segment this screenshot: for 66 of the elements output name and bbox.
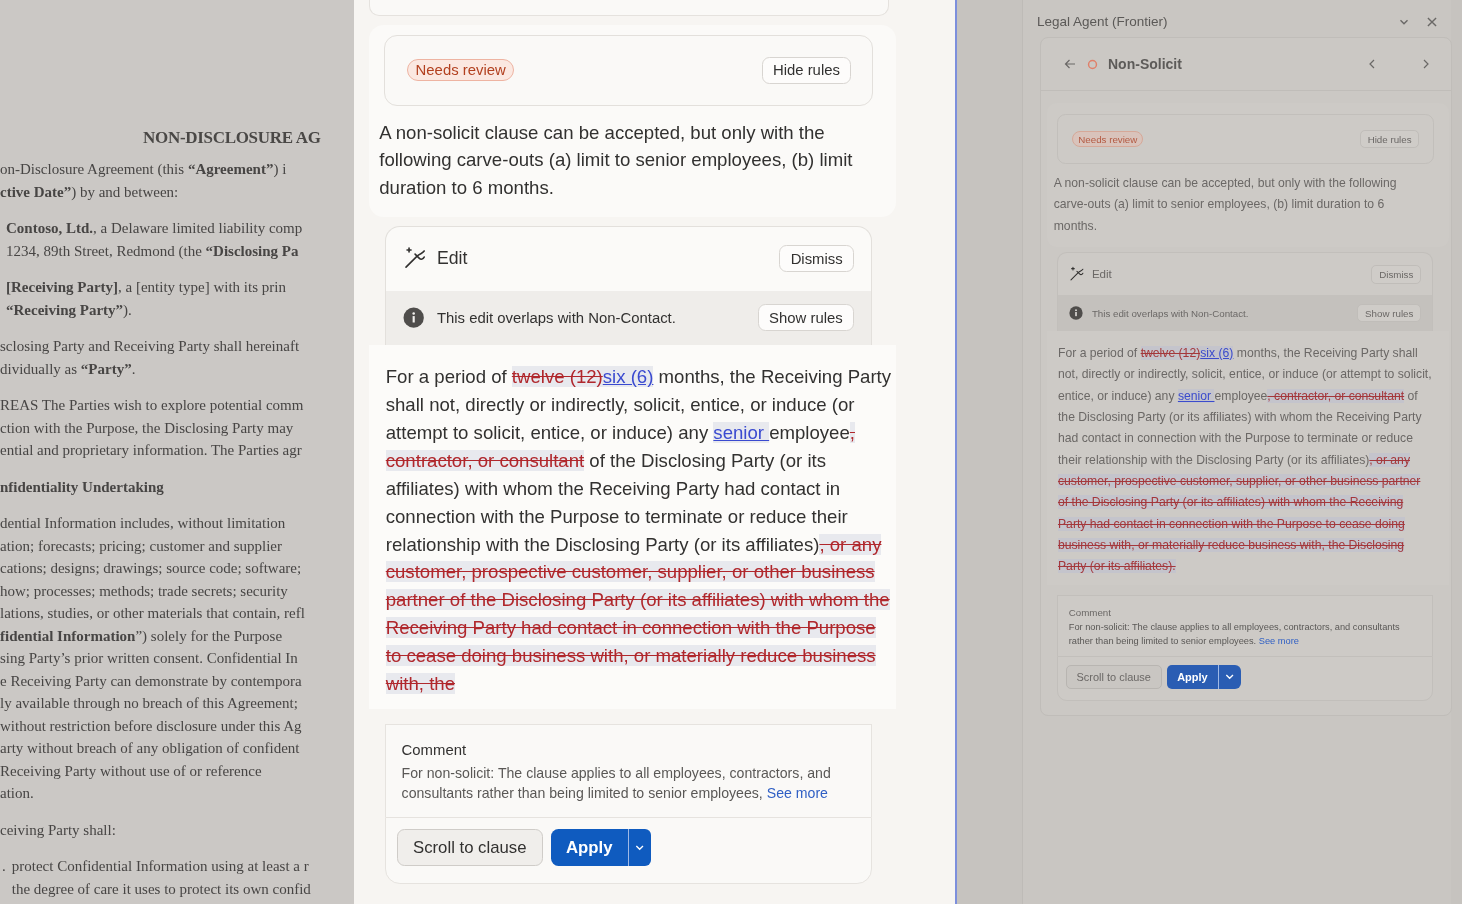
status-badge: Needs review <box>1072 131 1144 147</box>
hide-rules-button[interactable]: Hide rules <box>761 56 852 84</box>
dismiss-button[interactable]: Dismiss <box>779 245 855 273</box>
document-line: the degree of care it uses to protect its own confid <box>11 879 311 899</box>
document-line: dential Information includes, without limitation <box>0 514 287 533</box>
document-line: without restriction before disclosure under this Ag <box>0 716 303 736</box>
document-line: lations, studies, or other materials that contain, refl <box>0 604 306 623</box>
scroll-to-clause-button[interactable]: Scroll to clause <box>396 829 543 867</box>
clause-text: For a period of twelve (12)six (6) months, the Receiving Party shall not, directly or indirectly, solicit, entice, or induce (or attempt to solicit, entice, or induce) any senior employee, contractor, or consultant of the Disclosing Party (or its affiliates) with whom the Receiving Party had contact in connection with the Purpose to terminate or reduce their relationship with the Disclosing Party (or its affiliates), or any customer, prospective customer, supplier, or other business partner of the Disclosing Party (or its affiliates) with whom the Receiving Party had contact in connection with the Purpose to cease doing business with, or materially reduce business with, the <box>369 344 896 710</box>
document-line: ction with the Purpose, the Disclosing Party may <box>0 418 295 438</box>
document-line: sing Party’s prior written consent. Confidential In <box>0 649 299 668</box>
status-ring-icon <box>1087 58 1098 70</box>
apply-options-button[interactable] <box>1217 664 1242 689</box>
magic-wand-icon <box>1069 266 1086 283</box>
comment-text: For non-solicit: The clause applies to all employees, contractors, and consultants rather than being limited to senior employees, See more <box>401 763 832 804</box>
document-line: ation; forecasts; pricing; customer and supplier <box>0 536 283 556</box>
document-line: ctive Date”) by and between: <box>0 182 180 202</box>
document-line: 1234, 89th Street, Redmond (the “Disclosing Pa <box>6 241 300 261</box>
document-line: cations; designs; drawings; source code; software; <box>0 559 303 578</box>
show-rules-button[interactable]: Show rules <box>1357 303 1422 323</box>
edit-title: Edit <box>1091 268 1113 281</box>
see-more-link[interactable]: See more <box>1258 635 1299 646</box>
document-line: ential and proprietary information. The Parties agr <box>0 441 303 460</box>
info-icon <box>402 306 424 329</box>
comment-label: Comment <box>1068 606 1112 618</box>
show-rules-button[interactable]: Show rules <box>757 304 855 332</box>
document-line: protect Confidential Information using at least a r <box>11 857 310 876</box>
document-title: NON-DISCLOSURE AG <box>143 128 322 148</box>
document-line: “Receiving Party”). <box>6 300 133 320</box>
document-line: nfidentiality Undertaking <box>0 477 165 497</box>
document-line: [Receiving Party], a [entity type] with its prin <box>6 278 287 297</box>
document-line: REAS The Parties wish to explore potential comm <box>0 396 305 415</box>
document-line: on-Disclosure Agreement (this “Agreement”) i <box>0 160 288 179</box>
clause-title: Non-Solicit <box>1108 56 1183 72</box>
document-line: dividually as “Party”. <box>0 359 137 379</box>
document-line: arty without breach of any obligation of confident <box>0 739 301 758</box>
document-line: ly available through no breach of this Agreement; <box>0 694 299 713</box>
document-line: Contoso, Ltd., a Delaware limited liability comp <box>6 219 304 238</box>
apply-options-button[interactable] <box>627 829 652 867</box>
scroll-to-clause-button[interactable]: Scroll to clause <box>1065 664 1162 689</box>
dismiss-button[interactable]: Dismiss <box>1371 264 1422 284</box>
document-line: e Receiving Party can demonstrate by contempora <box>0 671 303 691</box>
document-line: fidential Information”) solely for the Purpose <box>0 626 284 646</box>
see-more-link[interactable]: See more <box>766 785 828 802</box>
document-line: sclosing Party and Receiving Party shall hereinaft <box>0 337 301 356</box>
close-icon[interactable] <box>1425 14 1439 29</box>
comment-text: For non-solicit: The clause applies to all employees, contractors, and consultants rather than being limited to senior employees. See more <box>1068 621 1401 648</box>
apply-button[interactable]: Apply <box>1167 664 1218 689</box>
info-icon <box>1069 306 1084 320</box>
rule-text: A non-solicit clause can be accepted, but only with the following carve-outs (a) limit to senior employees, (b) limit duration to 6 months. <box>379 120 854 201</box>
edit-title: Edit <box>436 248 469 270</box>
rule-text: A non-solicit clause can be accepted, but only with the following carve-outs (a) limit to senior employees, (b) limit duration to 6 months. <box>1053 175 1398 235</box>
apply-button[interactable]: Apply <box>550 829 628 867</box>
hide-rules-button[interactable]: Hide rules <box>1359 129 1420 149</box>
comment-label: Comment <box>401 741 468 758</box>
document-line: ceiving Party shall: <box>0 820 117 840</box>
document-line: Receiving Party without use of or reference <box>0 761 263 781</box>
overlap-notice: This edit overlaps with Non-Contact. <box>436 309 677 326</box>
status-badge: Needs review <box>407 58 515 82</box>
back-arrow-icon[interactable] <box>1063 57 1077 71</box>
overlap-notice: This edit overlaps with Non-Contact. <box>1091 307 1250 319</box>
panel-title: Legal Agent (Frontier) <box>1037 14 1169 29</box>
document-line: ation. <box>0 784 35 803</box>
magic-wand-icon <box>402 246 427 271</box>
document-line: how; processes; methods; trade secrets; security <box>0 581 289 601</box>
list-marker: . <box>2 857 6 876</box>
